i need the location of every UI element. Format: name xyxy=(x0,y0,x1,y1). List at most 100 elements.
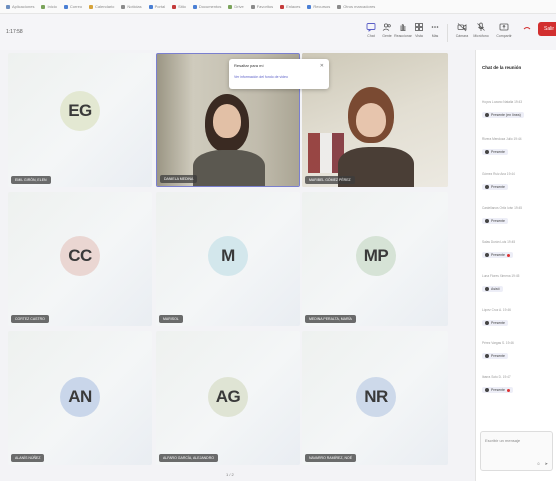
chat-button-label: Chat xyxy=(367,34,375,38)
gallery-pager[interactable]: 1 / 2 xyxy=(226,472,234,477)
bookmark-item[interactable]: Drive xyxy=(228,4,244,9)
send-icon[interactable]: ➤ xyxy=(545,461,548,466)
bookmark-icon xyxy=(280,4,285,9)
message-meta: Gómez Ruiz Ana 19:44 xyxy=(482,172,515,176)
bookmark-label: Calendario xyxy=(95,4,115,9)
bookmark-item[interactable]: Calendario xyxy=(89,4,114,9)
share-button[interactable]: Compartir xyxy=(494,22,514,46)
popup-title[interactable]: Resaltar para mí xyxy=(234,63,324,68)
chat-message: Luna Flores Ximena 19:45 Asistí xyxy=(482,274,554,296)
participant-tile[interactable]: AN ALANÍS NÚÑEZ xyxy=(8,331,152,465)
video-stage: EG EMIL GIRÓN, ELEN DANIELA MEDINA MARIB… xyxy=(0,50,474,481)
chat-message: Salas Durán Luis 19:45 Presente xyxy=(482,240,554,262)
bookmark-item[interactable]: Noticias xyxy=(121,4,142,9)
meeting-toolbar: 1:17:58 Chat Gente Reaccionar Vista Más … xyxy=(0,14,556,50)
message-text: Presente xyxy=(491,321,506,325)
participant-avatar: EG xyxy=(60,91,100,131)
chat-message: López Cruz A. 19:46 Presente xyxy=(482,308,554,330)
message-meta: Pérez Vargas S. 19:46 xyxy=(482,341,514,345)
camera-icon xyxy=(457,23,467,32)
bookmark-item[interactable]: Aplicaciones xyxy=(6,4,34,9)
emoji-icon[interactable]: ☺ xyxy=(537,461,541,466)
toolbar-extra-button[interactable] xyxy=(517,22,537,46)
popup-link[interactable]: Ver información del fondo de video xyxy=(234,75,324,79)
bookmark-item[interactable]: Documentos xyxy=(192,4,221,9)
participant-avatar: CC xyxy=(60,236,100,276)
chat-message: Castellanos Ortiz Iván 19:45 Presente xyxy=(482,206,554,228)
check-icon xyxy=(485,185,489,189)
camera-button[interactable]: Cámara xyxy=(452,22,472,46)
bookmark-item[interactable]: Correo xyxy=(63,4,82,9)
participant-avatar: AN xyxy=(60,377,100,417)
bookmark-item[interactable]: Sitio xyxy=(172,4,186,9)
participant-name: ALANÍS NÚÑEZ xyxy=(11,454,45,462)
participant-tile[interactable]: AG ALFARO GARCÍA, ALEJANDRO xyxy=(156,331,300,465)
participant-name: NAVARRO RAMÍREZ, NOÉ xyxy=(305,454,357,462)
more-icon xyxy=(431,26,439,28)
participant-tile[interactable]: M MARISOL xyxy=(156,192,300,326)
camera-button-label: Cámara xyxy=(455,34,469,38)
participant-tile[interactable]: MP MEDINA PERALTA, MARÍA xyxy=(302,192,448,326)
view-icon xyxy=(415,23,423,31)
bookmark-icon xyxy=(337,4,342,9)
avatar-initials: MP xyxy=(363,246,389,265)
more-button[interactable]: Más xyxy=(425,22,445,46)
bookmark-label: Otros marcadores xyxy=(343,4,376,9)
bookmark-item[interactable]: Inicio xyxy=(41,4,57,9)
message-text: Presente (en línea) xyxy=(491,113,521,117)
message-meta: Luna Flores Ximena 19:45 xyxy=(482,274,520,278)
close-icon[interactable]: ✕ xyxy=(320,63,324,69)
avatar-initials: AG xyxy=(215,387,241,406)
participant-avatar: M xyxy=(208,236,248,276)
participant-name: EMIL GIRÓN, ELEN xyxy=(11,176,51,184)
share-icon xyxy=(499,23,509,31)
participant-name: CORTEZ CASTRO xyxy=(11,315,49,323)
participant-name: MARISOL xyxy=(159,315,183,323)
message-text: Presente xyxy=(491,354,506,358)
chat-message: Hoyos Lozano Natalia 19:43 Presente (en … xyxy=(482,100,554,122)
share-button-label: Compartir xyxy=(496,34,512,38)
bookmark-item[interactable]: Enlaces xyxy=(280,4,300,9)
bookmark-icon xyxy=(172,4,177,9)
check-icon xyxy=(485,388,489,392)
bookmark-item[interactable]: Favoritos xyxy=(250,4,273,9)
participant-tile[interactable]: CC CORTEZ CASTRO xyxy=(8,192,152,326)
meeting-timer: 1:17:58 xyxy=(6,29,23,35)
participant-avatar: NR xyxy=(356,377,396,417)
bookmark-icon xyxy=(41,4,46,9)
message-bubble: Presente xyxy=(482,252,514,258)
participant-tile[interactable]: NR NAVARRO RAMÍREZ, NOÉ xyxy=(302,331,448,465)
participant-tile[interactable]: EG EMIL GIRÓN, ELEN xyxy=(8,53,152,187)
message-text: Presente xyxy=(491,219,506,223)
chat-panel: Chat de la reunión Hoyos Lozano Natalia … xyxy=(475,50,556,481)
chat-compose-box[interactable]: Escribir un mensaje ☺ ➤ xyxy=(480,431,553,471)
check-icon xyxy=(485,113,489,117)
message-bubble: Presente xyxy=(482,387,514,393)
message-bubble: Presente xyxy=(482,353,509,359)
chat-message: Pérez Vargas S. 19:46 Presente xyxy=(482,341,554,363)
bookmark-label: Drive xyxy=(234,4,244,9)
mic-icon xyxy=(477,22,485,31)
message-meta: Hoyos Lozano Natalia 19:43 xyxy=(482,100,523,104)
bookmark-label: Aplicaciones xyxy=(12,4,35,9)
leave-button[interactable]: Salir xyxy=(538,22,556,36)
message-bubble: Presente xyxy=(482,184,509,190)
view-button-label: Vista xyxy=(415,34,423,38)
mic-button[interactable]: Micrófono xyxy=(471,22,491,46)
bookmark-item[interactable]: Portal xyxy=(148,4,165,9)
bookmark-icon xyxy=(63,4,68,9)
more-button-label: Más xyxy=(431,34,439,38)
message-meta: Castellanos Ortiz Iván 19:45 xyxy=(482,206,523,210)
check-icon xyxy=(485,253,489,257)
chat-message: Rivera Mendoza Julio 19:44 Presente xyxy=(482,137,554,159)
hand-icon xyxy=(400,24,406,31)
message-bubble: Presente (en línea) xyxy=(482,112,524,118)
message-text: Presente xyxy=(491,388,506,392)
bookmark-item[interactable]: Recursos xyxy=(307,4,330,9)
bookmark-icon xyxy=(228,4,233,9)
participant-name: ALFARO GARCÍA, ALEJANDRO xyxy=(159,454,218,462)
bookmark-item[interactable]: Otros marcadores xyxy=(337,4,375,9)
bookmark-icon xyxy=(250,4,255,9)
people-icon xyxy=(382,23,391,31)
participant-avatar: AG xyxy=(208,377,248,417)
